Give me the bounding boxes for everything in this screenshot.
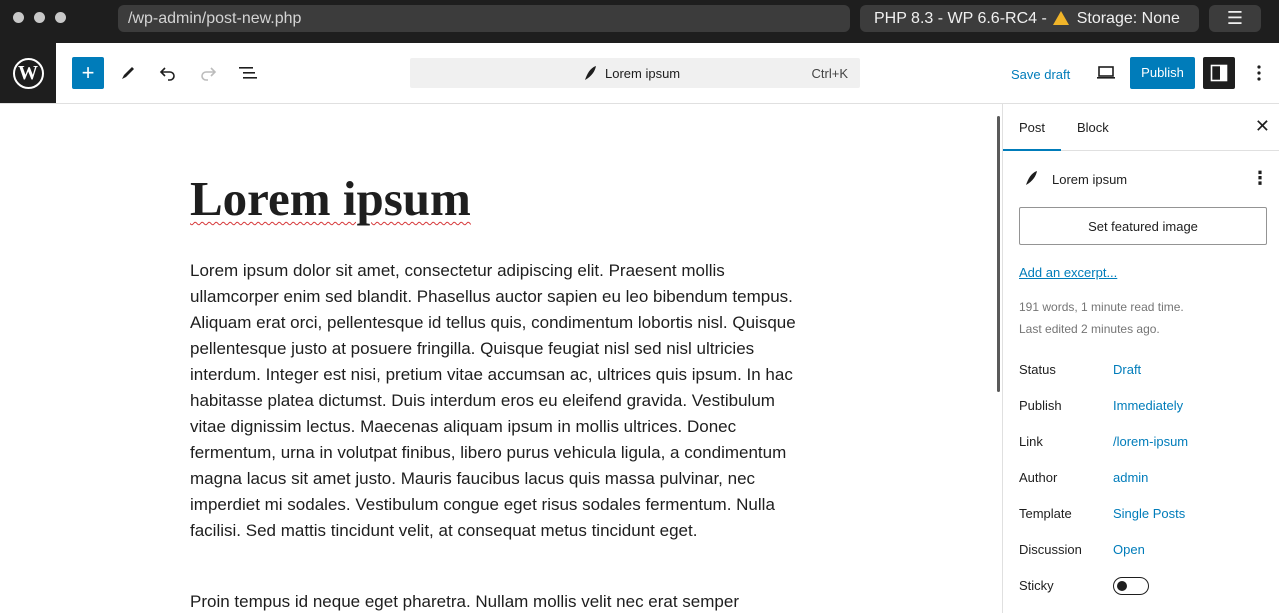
environment-label: PHP 8.3 - WP 6.6-RC4 -	[874, 10, 1047, 27]
warning-icon	[1053, 11, 1070, 25]
more-options-icon[interactable]	[1243, 57, 1275, 89]
publish-row: Publish Immediately	[1019, 398, 1269, 418]
paragraph-block[interactable]: Proin tempus id neque eget pharetra. Nul…	[190, 589, 805, 613]
author-row: Author admin	[1019, 470, 1269, 490]
editor-header: W + Lorem ipsum Ctrl+K Save draft Publis…	[0, 43, 1279, 104]
template-row: Template Single Posts	[1019, 506, 1269, 526]
pencil-icon[interactable]	[112, 57, 144, 89]
tab-block[interactable]: Block	[1061, 104, 1125, 151]
add-block-button[interactable]: +	[72, 57, 104, 89]
status-value[interactable]: Draft	[1113, 362, 1141, 377]
window-dot[interactable]	[13, 12, 24, 23]
url-bar[interactable]: /wp-admin/post-new.php	[118, 5, 850, 32]
close-icon[interactable]: ✕	[1255, 116, 1270, 137]
wordpress-logo-icon[interactable]: W	[0, 43, 56, 103]
sidebar-tabs: Post Block ✕	[1003, 104, 1279, 151]
canvas-scrollbar[interactable]	[997, 116, 1000, 392]
storage-label: Storage: None	[1076, 10, 1180, 27]
window-controls	[13, 12, 66, 23]
row-label: Status	[1019, 362, 1056, 377]
post-feather-icon	[582, 64, 598, 87]
editor-canvas[interactable]: Lorem ipsum Lorem ipsum dolor sit amet, …	[0, 104, 1001, 613]
row-label: Publish	[1019, 398, 1062, 413]
paragraph-block[interactable]: Lorem ipsum dolor sit amet, consectetur …	[190, 258, 805, 544]
row-label: Author	[1019, 470, 1058, 485]
environment-badge[interactable]: PHP 8.3 - WP 6.6-RC4 - Storage: None	[860, 5, 1199, 32]
row-label: Discussion	[1019, 542, 1082, 557]
template-value[interactable]: Single Posts	[1113, 506, 1185, 521]
publish-button[interactable]: Publish	[1130, 57, 1195, 89]
undo-icon[interactable]	[152, 57, 184, 89]
post-feather-icon	[1023, 169, 1039, 192]
row-label: Template	[1019, 506, 1072, 521]
sticky-row: Sticky	[1019, 577, 1269, 598]
add-excerpt-link[interactable]: Add an excerpt...	[1019, 265, 1117, 280]
author-value[interactable]: admin	[1113, 470, 1148, 485]
keyboard-shortcut: Ctrl+K	[811, 66, 848, 81]
discussion-value[interactable]: Open	[1113, 542, 1145, 557]
tab-post[interactable]: Post	[1003, 104, 1062, 151]
discussion-row: Discussion Open	[1019, 542, 1269, 562]
post-summary: Lorem ipsum ⋮	[1019, 167, 1269, 191]
toggle-knob	[1117, 581, 1127, 591]
link-value[interactable]: /lorem-ipsum	[1113, 434, 1188, 449]
post-title[interactable]: Lorem ipsum	[190, 170, 471, 227]
hamburger-icon[interactable]: ☰	[1209, 5, 1261, 32]
row-label: Link	[1019, 434, 1043, 449]
post-name: Lorem ipsum	[1052, 172, 1128, 187]
redo-icon[interactable]	[192, 57, 224, 89]
window-dot[interactable]	[34, 12, 45, 23]
status-row: Status Draft	[1019, 362, 1269, 382]
publish-value[interactable]: Immediately	[1113, 398, 1183, 413]
save-draft-button[interactable]: Save draft	[1011, 67, 1070, 82]
document-title: Lorem ipsum	[605, 66, 681, 81]
list-view-icon[interactable]	[232, 57, 264, 89]
settings-sidebar: Post Block ✕ Lorem ipsum ⋮ Set featured …	[1002, 104, 1279, 613]
last-edited: Last edited 2 minutes ago.	[1019, 322, 1160, 336]
command-palette[interactable]: Lorem ipsum Ctrl+K	[410, 58, 860, 88]
word-count: 191 words, 1 minute read time.	[1019, 300, 1184, 314]
settings-sidebar-icon[interactable]	[1203, 57, 1235, 89]
preview-icon[interactable]	[1090, 57, 1122, 89]
link-row: Link /lorem-ipsum	[1019, 434, 1269, 454]
window-dot[interactable]	[55, 12, 66, 23]
post-actions-icon[interactable]: ⋮	[1251, 168, 1269, 188]
browser-chrome: /wp-admin/post-new.php PHP 8.3 - WP 6.6-…	[0, 0, 1279, 43]
set-featured-image-button[interactable]: Set featured image	[1019, 207, 1267, 245]
sticky-toggle[interactable]	[1113, 577, 1149, 595]
row-label: Sticky	[1019, 578, 1054, 593]
